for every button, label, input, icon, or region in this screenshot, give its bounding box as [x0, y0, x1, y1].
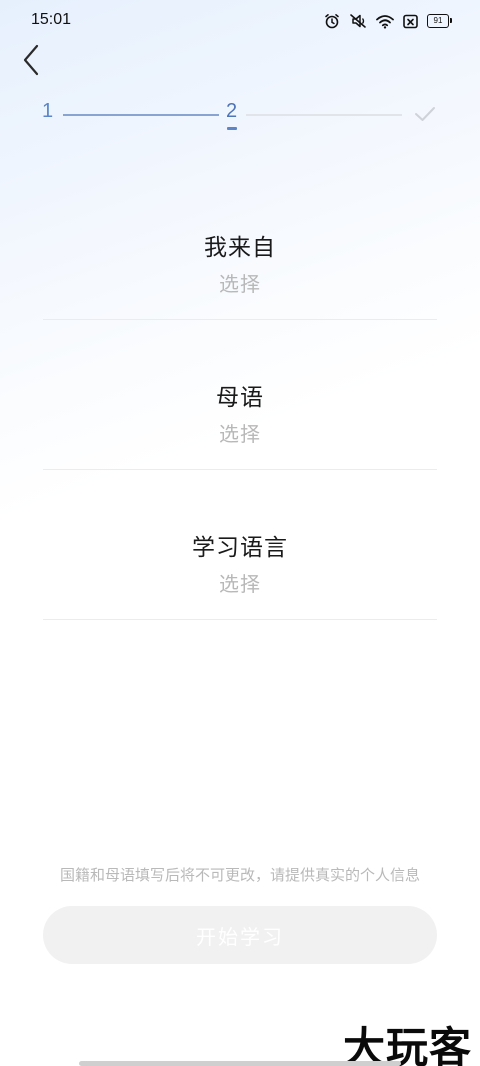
- current-step-indicator: [227, 127, 237, 130]
- battery-icon: 91: [427, 14, 452, 28]
- alarm-icon: [324, 13, 340, 29]
- native-language-selector[interactable]: 母语 选择: [43, 320, 437, 470]
- start-learning-button[interactable]: 开始学习: [43, 906, 437, 964]
- step-connector-1: [63, 114, 219, 116]
- battery-level: 91: [433, 16, 443, 25]
- no-sim-icon: [403, 14, 418, 29]
- learning-language-select-value[interactable]: 选择: [43, 568, 437, 597]
- progress-stepper: 1 2: [0, 96, 480, 136]
- check-icon: [414, 105, 436, 127]
- country-selector[interactable]: 我来自 选择: [43, 170, 437, 320]
- status-bar: 15:01 91: [0, 0, 480, 42]
- watermark-logo: 大玩客: [342, 1023, 472, 1066]
- country-select-value[interactable]: 选择: [43, 268, 437, 297]
- step-connector-2: [246, 114, 402, 116]
- chevron-left-icon: [22, 44, 42, 80]
- mute-icon: [349, 13, 367, 29]
- country-label: 我来自: [204, 235, 276, 261]
- status-icons: 91: [324, 12, 452, 30]
- info-notice: 国籍和母语填写后将不可更改，请提供真实的个人信息: [59, 866, 420, 884]
- native-language-select-value[interactable]: 选择: [43, 418, 437, 447]
- back-button[interactable]: [14, 44, 50, 80]
- wifi-icon: [376, 14, 394, 29]
- learning-language-label: 学习语言: [192, 535, 288, 561]
- home-indicator[interactable]: [79, 1061, 401, 1066]
- step-1-label: 1: [42, 100, 54, 122]
- native-language-label: 母语: [216, 385, 264, 411]
- status-time: 15:01: [31, 11, 72, 28]
- learning-language-selector[interactable]: 学习语言 选择: [43, 470, 437, 620]
- step-2-label: 2: [226, 100, 238, 122]
